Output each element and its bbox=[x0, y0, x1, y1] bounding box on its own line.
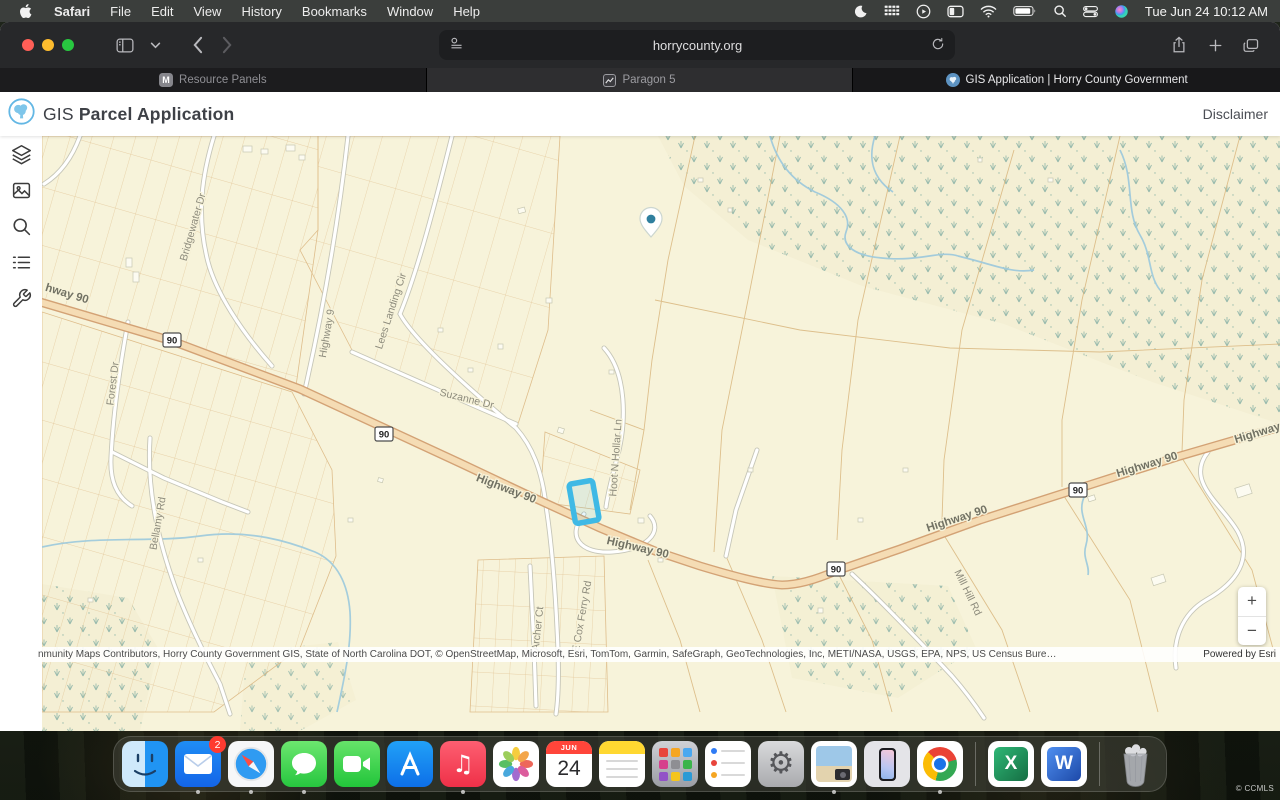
map-canvas[interactable]: Bridgewater Dr Highway 9 Lees Landing Ci… bbox=[42, 136, 1280, 731]
tab-favicon-m: M bbox=[159, 73, 173, 87]
playback-icon[interactable] bbox=[916, 4, 931, 19]
menu-item-safari[interactable]: Safari bbox=[44, 0, 100, 22]
zoom-in-button[interactable]: + bbox=[1238, 587, 1266, 617]
calendar-month: JUN bbox=[546, 741, 592, 754]
display-sidecar-icon[interactable] bbox=[947, 5, 964, 18]
app-title: GIS Parcel Application bbox=[43, 104, 234, 125]
battery-icon[interactable] bbox=[1013, 5, 1037, 17]
minimize-window-button[interactable] bbox=[42, 39, 54, 51]
mail-badge: 2 bbox=[209, 736, 226, 753]
menu-item-file[interactable]: File bbox=[100, 0, 141, 22]
browser-toolbar: horrycounty.org bbox=[0, 22, 1280, 68]
map-zoom-control: + − bbox=[1238, 587, 1266, 645]
wallpaper-credit: © CCMLS bbox=[1236, 784, 1274, 793]
svg-text:90: 90 bbox=[379, 430, 390, 441]
spotlight-search-icon[interactable] bbox=[1053, 4, 1067, 18]
selected-parcel-highlight[interactable] bbox=[569, 480, 600, 524]
siri-icon[interactable] bbox=[1114, 4, 1129, 19]
legend-list-icon[interactable] bbox=[11, 252, 32, 273]
tab-paragon-5[interactable]: Paragon 5 bbox=[427, 68, 854, 92]
map-tool-sidebar bbox=[0, 136, 42, 731]
tab-gis-application[interactable]: GIS Application | Horry County Governmen… bbox=[853, 68, 1280, 92]
dock-iphone-mirroring-icon[interactable] bbox=[864, 741, 910, 787]
dock-music-icon[interactable]: ♫ bbox=[440, 741, 486, 787]
svg-text:90: 90 bbox=[831, 565, 842, 576]
dock-finder-icon[interactable] bbox=[122, 741, 168, 787]
zoom-out-button[interactable]: − bbox=[1238, 617, 1266, 646]
attribution-text: nmunity Maps Contributors, Horry County … bbox=[38, 649, 1189, 660]
search-icon[interactable] bbox=[11, 216, 32, 237]
tab-bar: M Resource Panels Paragon 5 GIS Applicat… bbox=[0, 68, 1280, 92]
gis-app-header: GIS Parcel Application Disclaimer bbox=[0, 92, 1280, 136]
menu-item-help[interactable]: Help bbox=[443, 0, 490, 22]
menu-bar: Safari File Edit View History Bookmarks … bbox=[0, 0, 1280, 22]
reload-icon[interactable] bbox=[931, 37, 955, 54]
sidebar-toggle-icon[interactable] bbox=[110, 30, 140, 60]
dock-notes-icon[interactable] bbox=[599, 741, 645, 787]
dock-system-settings-icon[interactable]: ⚙ bbox=[758, 741, 804, 787]
dock-photos-icon[interactable] bbox=[493, 741, 539, 787]
svg-text:90: 90 bbox=[1073, 486, 1084, 497]
powered-by-esri: Powered by Esri bbox=[1189, 649, 1280, 660]
map-svg: Bridgewater Dr Highway 9 Lees Landing Ci… bbox=[42, 136, 1280, 731]
dock-reminders-icon[interactable] bbox=[705, 741, 751, 787]
menu-item-window[interactable]: Window bbox=[377, 0, 443, 22]
basemap-image-icon[interactable] bbox=[11, 180, 32, 201]
zoom-window-button[interactable] bbox=[62, 39, 74, 51]
window-controls bbox=[0, 39, 110, 51]
dock-safari-icon[interactable] bbox=[228, 741, 274, 787]
map-attribution-bar: nmunity Maps Contributors, Horry County … bbox=[38, 647, 1280, 662]
keyboard-brightness-icon[interactable] bbox=[884, 4, 900, 18]
tools-wrench-icon[interactable] bbox=[11, 288, 32, 309]
disclaimer-link[interactable]: Disclaimer bbox=[1203, 106, 1268, 122]
tab-favicon-chart bbox=[603, 74, 616, 87]
tab-favicon-tree bbox=[946, 73, 960, 87]
layers-icon[interactable] bbox=[11, 144, 32, 165]
dock-photo-booth-icon[interactable] bbox=[811, 741, 857, 787]
dock-divider bbox=[1099, 742, 1100, 786]
dock-mail-icon[interactable]: 2 bbox=[175, 741, 221, 787]
close-window-button[interactable] bbox=[22, 39, 34, 51]
svg-text:90: 90 bbox=[167, 336, 178, 347]
dock-calendar-icon[interactable]: JUN 24 bbox=[546, 741, 592, 787]
dock-app-store-icon[interactable] bbox=[387, 741, 433, 787]
menu-clock[interactable]: Tue Jun 24 10:12 AM bbox=[1145, 4, 1268, 19]
dock-excel-icon[interactable]: X bbox=[988, 741, 1034, 787]
dock-facetime-icon[interactable] bbox=[334, 741, 380, 787]
url-text: horrycounty.org bbox=[464, 38, 931, 53]
new-tab-icon[interactable] bbox=[1200, 30, 1230, 60]
page-format-icon[interactable] bbox=[439, 37, 464, 53]
menu-item-edit[interactable]: Edit bbox=[141, 0, 183, 22]
tab-resource-panels[interactable]: M Resource Panels bbox=[0, 68, 427, 92]
menu-item-view[interactable]: View bbox=[184, 0, 232, 22]
tab-label: Paragon 5 bbox=[622, 74, 675, 86]
back-button[interactable] bbox=[182, 30, 212, 60]
dock: 2 ♫ JUN 24 ⚙ X W bbox=[113, 736, 1167, 792]
tab-overview-icon[interactable] bbox=[1236, 30, 1266, 60]
dock-chrome-icon[interactable] bbox=[917, 741, 963, 787]
dock-launchpad-icon[interactable] bbox=[652, 741, 698, 787]
dock-trash-icon[interactable] bbox=[1112, 741, 1158, 787]
menu-item-bookmarks[interactable]: Bookmarks bbox=[292, 0, 377, 22]
address-bar[interactable]: horrycounty.org bbox=[439, 30, 955, 60]
dock-divider bbox=[975, 742, 976, 786]
do-not-disturb-moon-icon[interactable] bbox=[853, 4, 868, 19]
calendar-day: 24 bbox=[546, 754, 592, 784]
menu-item-history[interactable]: History bbox=[231, 0, 291, 22]
share-icon[interactable] bbox=[1164, 30, 1194, 60]
dock-messages-icon[interactable] bbox=[281, 741, 327, 787]
safari-window: horrycounty.org M Resource Panels bbox=[0, 22, 1280, 731]
tab-label: GIS Application | Horry County Governmen… bbox=[966, 74, 1188, 86]
dock-word-icon[interactable]: W bbox=[1041, 741, 1087, 787]
apple-menu-icon[interactable] bbox=[10, 0, 44, 22]
control-center-icon[interactable] bbox=[1083, 5, 1098, 18]
wifi-icon[interactable] bbox=[980, 5, 997, 18]
sidebar-chevron-icon[interactable] bbox=[140, 30, 170, 60]
tab-label: Resource Panels bbox=[179, 74, 267, 86]
gis-app-logo bbox=[8, 98, 35, 130]
forward-button[interactable] bbox=[212, 30, 242, 60]
